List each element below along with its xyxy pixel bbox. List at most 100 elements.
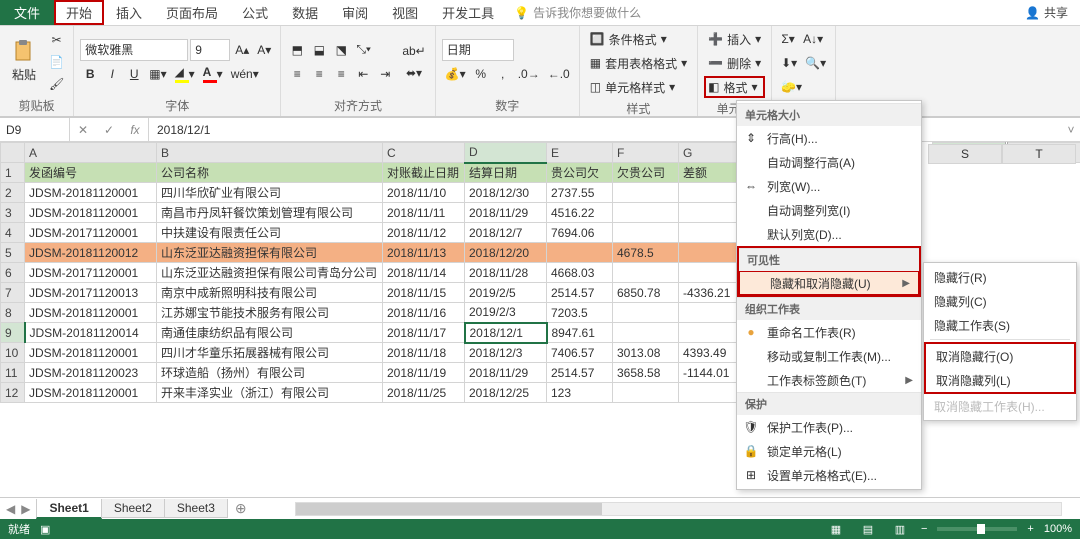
tab-review[interactable]: 审阅: [330, 0, 380, 25]
sort-filter-button[interactable]: A↓▾: [800, 29, 826, 49]
wrap-text-button[interactable]: ab↵: [399, 41, 428, 61]
cell[interactable]: 2018/12/1: [465, 323, 547, 343]
cell[interactable]: 2514.57: [547, 363, 613, 383]
menu-protect-sheet[interactable]: 🛡保护工作表(P)...: [737, 415, 921, 439]
fill-color-button[interactable]: ◢▾: [172, 64, 198, 84]
cell[interactable]: JDSM-20181120001: [25, 203, 157, 223]
page-break-view-button[interactable]: ▥: [889, 522, 911, 536]
cell[interactable]: [679, 323, 741, 343]
cell[interactable]: 2018/11/25: [383, 383, 465, 403]
cell[interactable]: JDSM-20181120001: [25, 343, 157, 363]
cell[interactable]: 2018/11/18: [383, 343, 465, 363]
comma-button[interactable]: ,: [493, 64, 513, 84]
col-header-b[interactable]: B: [157, 143, 383, 163]
menu-hide-unhide[interactable]: 隐藏和取消隐藏(U)▶: [739, 271, 919, 295]
align-middle-button[interactable]: ⬓: [309, 40, 329, 60]
page-layout-view-button[interactable]: ▤: [857, 522, 879, 536]
cell[interactable]: 欠贵公司: [613, 163, 679, 183]
cell[interactable]: 2018/11/28: [465, 263, 547, 283]
tell-me[interactable]: 💡 告诉我你想要做什么: [514, 0, 641, 25]
cell[interactable]: 2018/11/29: [465, 203, 547, 223]
cell[interactable]: JDSM-20181120023: [25, 363, 157, 383]
menu-move-copy-sheet[interactable]: 移动或复制工作表(M)...: [737, 344, 921, 368]
cell[interactable]: [613, 323, 679, 343]
cell[interactable]: 2019/2/5: [465, 283, 547, 303]
delete-cells-button[interactable]: ➖删除 ▾: [704, 52, 765, 74]
cell[interactable]: 4678.5: [613, 243, 679, 263]
cell[interactable]: [613, 183, 679, 203]
col-header-g[interactable]: G: [679, 143, 741, 163]
cell[interactable]: [547, 243, 613, 263]
cell[interactable]: [679, 223, 741, 243]
col-header-f[interactable]: F: [613, 143, 679, 163]
percent-button[interactable]: %: [471, 64, 491, 84]
cell[interactable]: 7203.5: [547, 303, 613, 323]
cell[interactable]: 4393.49: [679, 343, 741, 363]
cell[interactable]: 南昌市丹凤轩餐饮策划管理有限公司: [157, 203, 383, 223]
font-size-combo[interactable]: 9: [190, 39, 230, 61]
cell[interactable]: 4516.22: [547, 203, 613, 223]
sheet-tab-3[interactable]: Sheet3: [164, 499, 228, 518]
cell[interactable]: 发函编号: [25, 163, 157, 183]
row-header-1[interactable]: 1: [1, 163, 25, 183]
cell[interactable]: 中扶建设有限责任公司: [157, 223, 383, 243]
normal-view-button[interactable]: ▦: [825, 522, 847, 536]
select-all-corner[interactable]: [1, 143, 25, 163]
cell[interactable]: [679, 263, 741, 283]
name-box[interactable]: D9: [0, 118, 70, 141]
col-header-d[interactable]: D: [465, 143, 547, 163]
accounting-button[interactable]: 💰▾: [442, 64, 469, 84]
sheet-nav-prev[interactable]: ◀: [6, 502, 15, 516]
phonetic-button[interactable]: wén▾: [228, 64, 262, 84]
row-header[interactable]: 2: [1, 183, 25, 203]
row-header[interactable]: 6: [1, 263, 25, 283]
cell[interactable]: 山东泛亚达融资担保有限公司青岛分公司: [157, 263, 383, 283]
orientation-button[interactable]: ⤡▾: [353, 40, 374, 60]
cell[interactable]: 江苏娜宝节能技术服务有限公司: [157, 303, 383, 323]
cell[interactable]: [679, 203, 741, 223]
paste-button[interactable]: 粘贴: [6, 38, 42, 85]
tab-formulas[interactable]: 公式: [230, 0, 280, 25]
tab-data[interactable]: 数据: [280, 0, 330, 25]
add-sheet-button[interactable]: ⊕: [227, 500, 255, 517]
cell[interactable]: 结算日期: [465, 163, 547, 183]
row-header[interactable]: 4: [1, 223, 25, 243]
cell[interactable]: 4668.03: [547, 263, 613, 283]
cell[interactable]: 四川华欣矿业有限公司: [157, 183, 383, 203]
cell-styles-button[interactable]: ◫单元格样式 ▾: [586, 76, 691, 98]
menu-lock-cell[interactable]: 🔒锁定单元格(L): [737, 439, 921, 463]
cell[interactable]: 2018/12/20: [465, 243, 547, 263]
expand-formula-bar[interactable]: ˅: [1062, 123, 1080, 137]
cell[interactable]: 2514.57: [547, 283, 613, 303]
file-menu[interactable]: 文件: [0, 0, 54, 25]
menu-col-width[interactable]: ⇔列宽(W)...: [737, 174, 921, 198]
cell[interactable]: 环球造船（扬州）有限公司: [157, 363, 383, 383]
cell[interactable]: 2018/11/16: [383, 303, 465, 323]
col-header-s[interactable]: S: [928, 144, 1002, 164]
menu-row-height[interactable]: ⇕行高(H)...: [737, 126, 921, 150]
increase-indent-button[interactable]: ⇥: [375, 64, 395, 84]
col-header-a[interactable]: A: [25, 143, 157, 163]
tab-insert[interactable]: 插入: [104, 0, 154, 25]
copy-button[interactable]: 📄: [46, 52, 67, 72]
cell[interactable]: 公司名称: [157, 163, 383, 183]
cell[interactable]: 2018/11/11: [383, 203, 465, 223]
cell[interactable]: -1144.01: [679, 363, 741, 383]
decrease-font-button[interactable]: A▾: [254, 40, 274, 60]
cell[interactable]: 四川才华童乐拓展器械有限公司: [157, 343, 383, 363]
sheet-tab-2[interactable]: Sheet2: [101, 499, 165, 518]
cell[interactable]: 2018/11/19: [383, 363, 465, 383]
cell[interactable]: 2018/11/17: [383, 323, 465, 343]
cell[interactable]: 7406.57: [547, 343, 613, 363]
cell[interactable]: 2018/12/3: [465, 343, 547, 363]
zoom-out-button[interactable]: −: [921, 523, 927, 535]
align-right-button[interactable]: ≡: [331, 64, 351, 84]
align-left-button[interactable]: ≡: [287, 64, 307, 84]
cell[interactable]: JDSM-20181120001: [25, 383, 157, 403]
submenu-hide-sheet[interactable]: 隐藏工作表(S): [924, 313, 1076, 337]
share-button[interactable]: 👤 共享: [1013, 0, 1080, 25]
increase-decimal-button[interactable]: .0→: [515, 64, 543, 84]
cell[interactable]: 2737.55: [547, 183, 613, 203]
insert-cells-button[interactable]: ➕插入 ▾: [704, 28, 765, 50]
cell[interactable]: 2018/11/10: [383, 183, 465, 203]
